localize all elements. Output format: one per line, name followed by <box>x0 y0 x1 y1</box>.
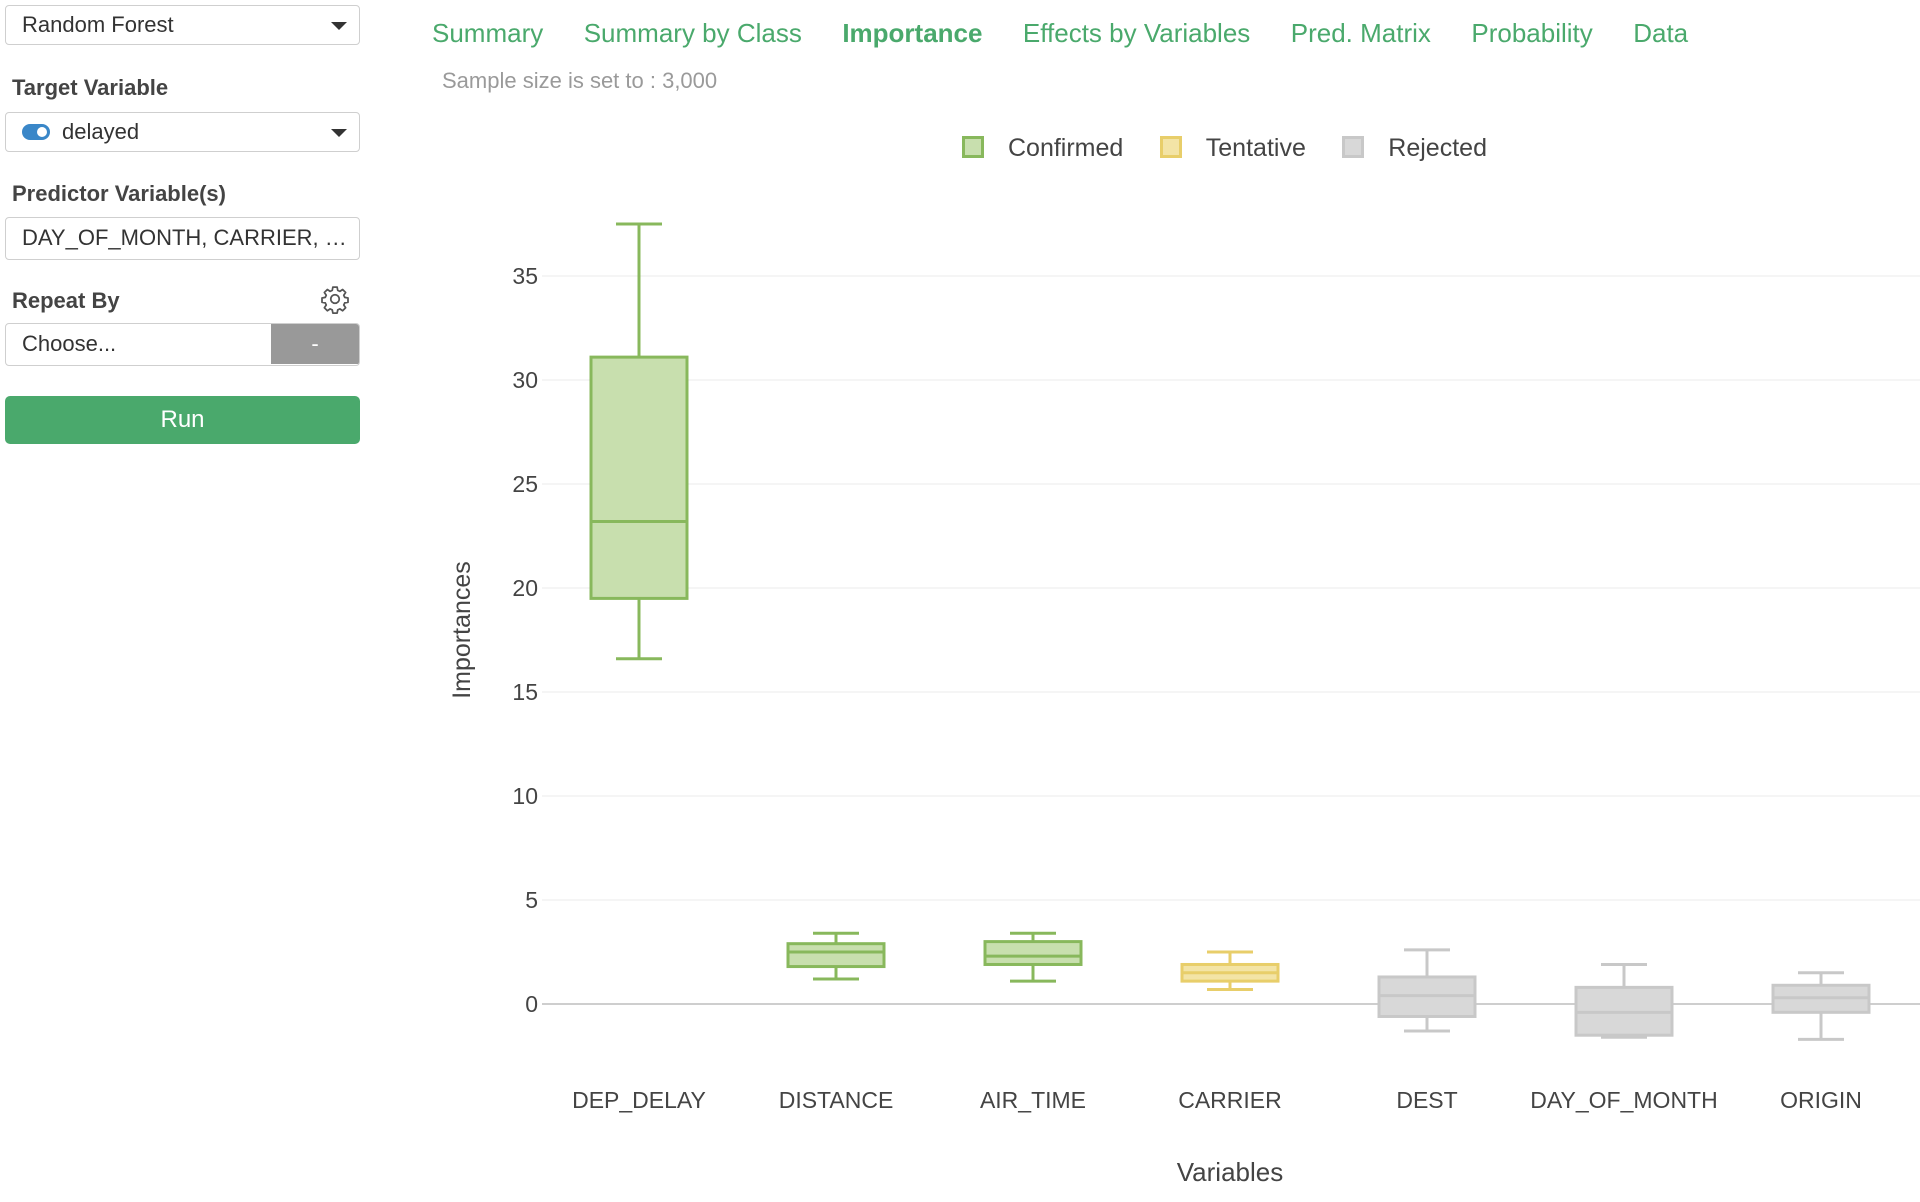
importance-box-plot: 0 5 10 15 20 25 30 35 DEP_DELAY DISTANCE AIR_TIME… <box>448 222 1920 1187</box>
y-tick-label: 5 <box>525 887 538 913</box>
y-tick-label: 20 <box>512 575 538 601</box>
y-tick-label: 35 <box>512 263 538 289</box>
x-axis-ticks: DEP_DELAY DISTANCE AIR_TIME CARRIER DEST DAY_… <box>572 1087 1862 1113</box>
y-tick-label: 0 <box>525 991 538 1017</box>
box-origin <box>1771 971 1871 1041</box>
x-axis-label: Variables <box>1177 1157 1283 1187</box>
x-tick-label: DEST <box>1396 1087 1457 1113</box>
y-tick-label: 30 <box>512 367 538 393</box>
box-day-of-month <box>1574 962 1674 1039</box>
box-dep-delay <box>589 222 689 661</box>
y-tick-label: 10 <box>512 783 538 809</box>
iqr-box <box>983 940 1083 966</box>
x-tick-label: DEP_DELAY <box>572 1087 706 1113</box>
x-tick-label: DAY_OF_MONTH <box>1530 1087 1717 1113</box>
chart-gridlines <box>542 275 1920 1005</box>
x-tick-label: DISTANCE <box>779 1087 894 1113</box>
chart-boxes <box>589 222 1871 1041</box>
box-carrier <box>1180 950 1280 991</box>
y-axis-ticks: 0 5 10 15 20 25 30 35 <box>512 263 538 1017</box>
y-axis-label: Importances <box>448 561 476 699</box>
x-tick-label: CARRIER <box>1178 1087 1282 1113</box>
iqr-box <box>786 942 886 969</box>
iqr-box <box>589 355 689 600</box>
x-tick-label: ORIGIN <box>1780 1087 1862 1113</box>
y-tick-label: 15 <box>512 679 538 705</box>
box-air-time <box>983 931 1083 983</box>
y-tick-label: 25 <box>512 471 538 497</box>
x-tick-label: AIR_TIME <box>980 1087 1086 1113</box>
box-dest <box>1377 948 1477 1033</box>
box-distance <box>786 931 886 981</box>
